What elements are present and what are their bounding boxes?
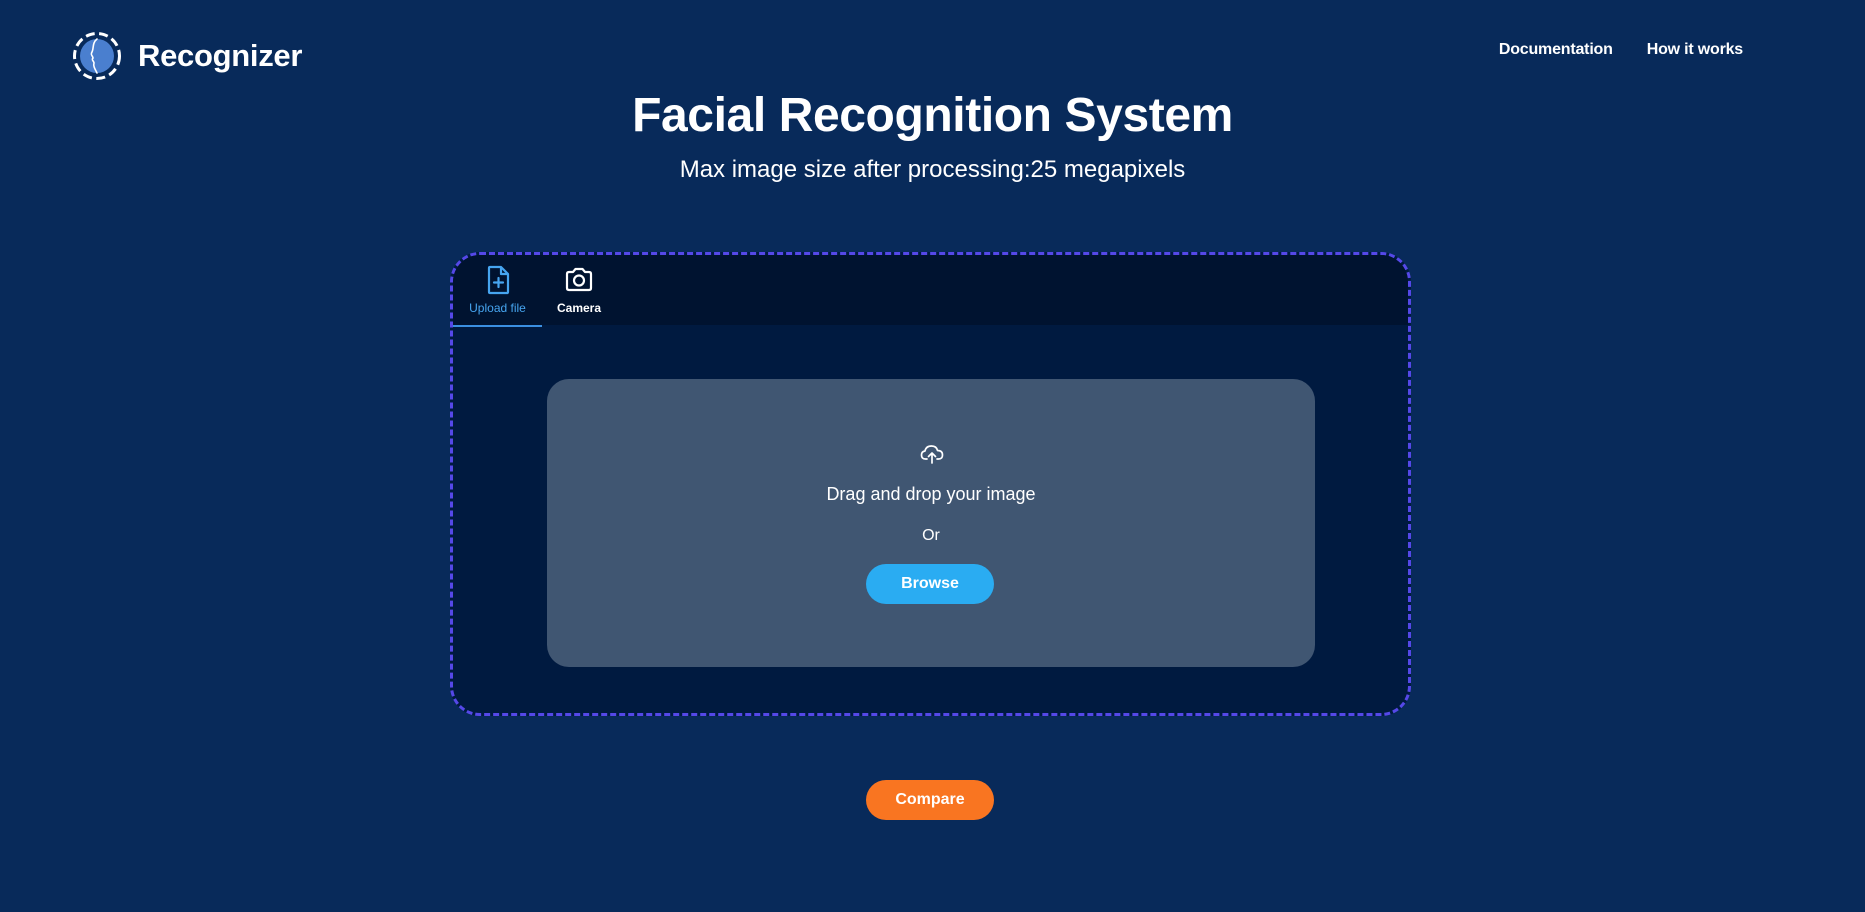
camera-icon — [565, 267, 593, 292]
upload-panel: Upload file Camera Drag and drop your im… — [450, 252, 1411, 716]
browse-button[interactable]: Browse — [866, 564, 994, 604]
compare-button[interactable]: Compare — [866, 780, 994, 820]
drag-drop-text: Drag and drop your image — [826, 484, 1036, 504]
top-nav: Documentation How it works — [1499, 41, 1743, 59]
file-plus-icon — [487, 265, 509, 295]
tab-camera-label: Camera — [556, 301, 602, 315]
tab-upload-file-label: Upload file — [469, 301, 526, 315]
image-dropzone[interactable]: Drag and drop your image Or Browse — [547, 379, 1315, 667]
face-profile-logo-icon — [73, 32, 121, 80]
tab-upload-file[interactable]: Upload file — [453, 255, 542, 327]
or-separator-text: Or — [922, 527, 940, 544]
cloud-upload-icon — [920, 445, 944, 464]
page-subtitle: Max image size after processing:25 megap… — [679, 156, 1186, 183]
source-tabs: Upload file Camera — [453, 255, 1408, 327]
tab-camera[interactable]: Camera — [542, 255, 616, 325]
page-title: Facial Recognition System — [632, 89, 1233, 142]
nav-documentation-link[interactable]: Documentation — [1499, 41, 1613, 59]
logo-text: Recognizer — [138, 38, 303, 73]
logo[interactable]: Recognizer — [72, 31, 302, 81]
nav-how-it-works-link[interactable]: How it works — [1647, 41, 1743, 59]
